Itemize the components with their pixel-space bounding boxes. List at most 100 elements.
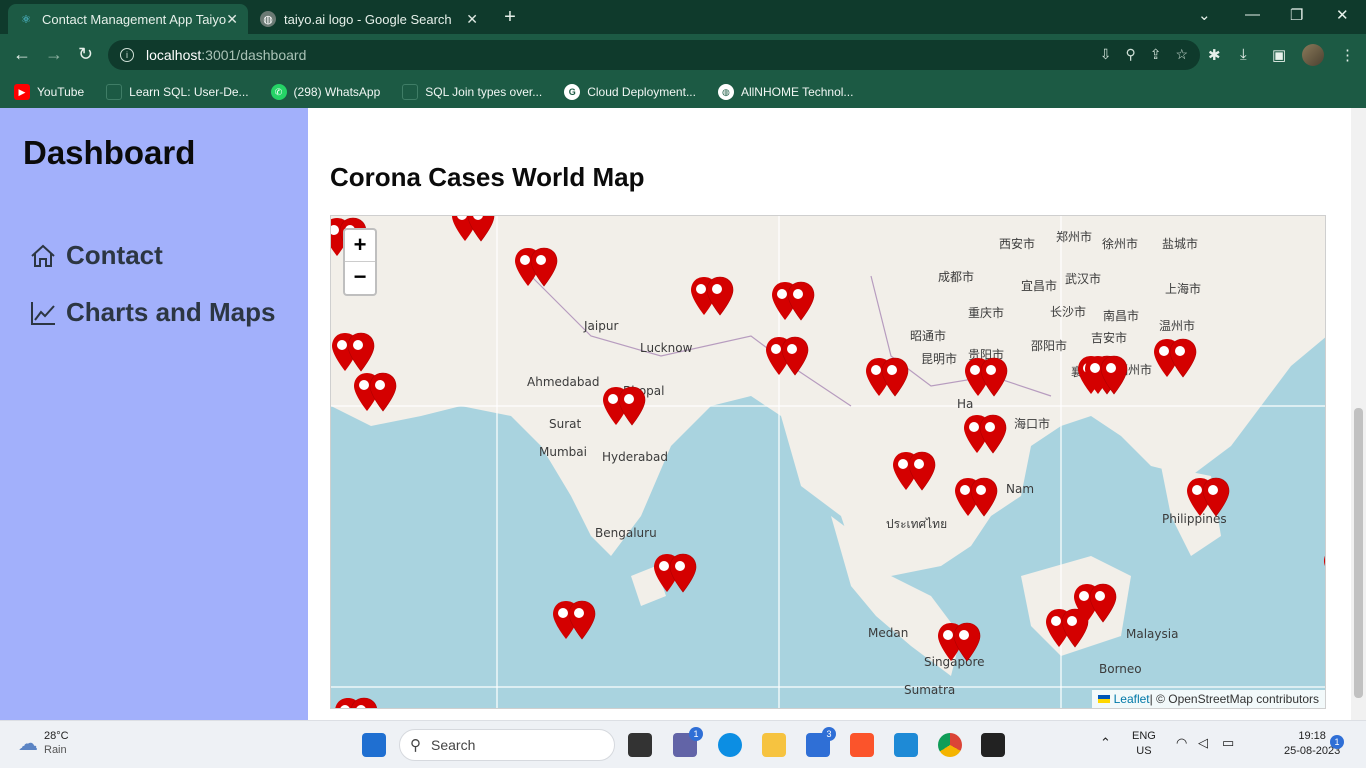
world-map[interactable]: Jaipur Lucknow Ahmedabad Bhopal Surat Mumbai H… xyxy=(330,215,1326,709)
case-marker-icon[interactable] xyxy=(451,216,497,249)
map-place-label: 徐州市 xyxy=(1102,237,1139,251)
teams-badge: 1 xyxy=(689,727,703,741)
case-marker-icon[interactable] xyxy=(771,280,817,328)
case-marker-icon[interactable] xyxy=(552,599,598,647)
leaflet-link[interactable]: Leaflet xyxy=(1114,692,1150,706)
whatsapp-icon: ✆ xyxy=(270,84,287,100)
case-marker-icon[interactable] xyxy=(1073,582,1119,630)
task-view-icon[interactable] xyxy=(628,733,652,757)
sidepanel-icon[interactable]: ▣ xyxy=(1272,46,1286,64)
teams-icon[interactable]: 1 xyxy=(673,727,703,757)
battery-icon[interactable]: ▭ xyxy=(1222,735,1234,750)
close-icon[interactable]: ✕ xyxy=(466,11,478,28)
case-marker-icon[interactable] xyxy=(334,696,380,708)
lang-code: ENG xyxy=(1132,730,1156,742)
terminal-icon[interactable] xyxy=(981,733,1005,757)
chrome-icon[interactable] xyxy=(938,733,962,757)
windows-start-icon[interactable] xyxy=(362,733,386,757)
case-marker-icon[interactable] xyxy=(353,371,399,419)
map-place-label: ประเทศไทย xyxy=(886,517,948,531)
sidebar-item-charts-maps[interactable]: Charts and Maps xyxy=(30,297,276,328)
map-place-label: Borneo xyxy=(1099,662,1142,676)
avatar[interactable] xyxy=(1302,44,1324,66)
close-window-button[interactable]: ✕ xyxy=(1336,6,1349,24)
case-marker-icon[interactable] xyxy=(963,413,1009,461)
map-place-label: 吉安市 xyxy=(1091,331,1128,345)
page-icon xyxy=(402,84,419,100)
case-marker-icon[interactable] xyxy=(1153,337,1199,385)
case-marker-icon[interactable] xyxy=(765,335,811,383)
tab-title: Contact Management App Taiyo xyxy=(42,11,227,27)
bookmark-cloud-deployment[interactable]: G Cloud Deployment... xyxy=(564,84,696,100)
install-icon[interactable]: ⇩ xyxy=(1100,46,1112,63)
case-marker-icon[interactable] xyxy=(514,246,560,294)
info-icon[interactable]: i xyxy=(120,48,134,62)
case-marker-icon[interactable] xyxy=(954,476,1000,524)
menu-icon[interactable]: ⋮ xyxy=(1340,46,1355,64)
volume-icon[interactable]: ◁ xyxy=(1198,735,1208,750)
zoom-icon[interactable]: ⚲ xyxy=(1125,46,1135,63)
map-place-label: 昆明市 xyxy=(921,352,958,366)
share-icon[interactable]: ⇪ xyxy=(1150,46,1162,63)
notification-badge[interactable]: 1 xyxy=(1330,735,1344,749)
zoom-out-button[interactable]: − xyxy=(345,262,375,294)
case-marker-icon[interactable] xyxy=(602,385,648,433)
search-icon: ⚲ xyxy=(410,737,421,754)
case-marker-icon[interactable] xyxy=(964,356,1010,404)
case-marker-icon[interactable] xyxy=(653,552,699,600)
main-content: Corona Cases World Map Jaipur Lucknow Ahme… xyxy=(308,108,1351,720)
map-place-label: Nam xyxy=(1006,482,1035,496)
restore-button[interactable]: ❐ xyxy=(1290,6,1303,24)
bookmarks-bar: ▶ YouTube Learn SQL: User-De... ✆ (298) … xyxy=(0,76,1366,108)
download-icon[interactable]: ⤓ xyxy=(1240,46,1247,63)
bookmark-youtube[interactable]: ▶ YouTube xyxy=(14,84,84,100)
bookmark-label: YouTube xyxy=(37,85,85,99)
osm-attribution: | © OpenStreetMap contributors xyxy=(1149,692,1319,706)
case-marker-icon[interactable] xyxy=(1186,476,1232,524)
file-explorer-icon[interactable] xyxy=(762,733,786,757)
chevron-down-icon[interactable]: ⌄ xyxy=(1198,6,1211,24)
edge-icon[interactable] xyxy=(718,733,742,757)
globe-icon: ◍ xyxy=(260,11,276,27)
case-marker-icon[interactable] xyxy=(690,275,736,323)
tab-google-search[interactable]: ◍ taiyo.ai logo - Google Search ✕ xyxy=(250,4,488,34)
language-indicator[interactable]: ENG US xyxy=(1132,729,1156,759)
address-bar[interactable]: i localhost:3001/dashboard ⇩ ⚲ ⇪ ☆ xyxy=(108,40,1200,70)
extensions-icon[interactable]: ✱ xyxy=(1208,46,1221,64)
sidebar-item-contact[interactable]: Contact xyxy=(30,240,163,271)
bookmark-star-icon[interactable]: ☆ xyxy=(1175,46,1188,63)
case-marker-icon[interactable] xyxy=(937,621,983,669)
vscode-icon[interactable] xyxy=(894,733,918,757)
reload-button[interactable]: ↻ xyxy=(78,44,93,65)
url-host: localhost xyxy=(146,47,202,63)
bookmark-whatsapp[interactable]: ✆ (298) WhatsApp xyxy=(270,84,380,100)
bookmark-allnhome[interactable]: ◍ AllNHOME Technol... xyxy=(717,84,853,100)
tab-contact-app[interactable]: ⚛ Contact Management App Taiyo ✕ xyxy=(8,4,248,34)
close-icon[interactable]: ✕ xyxy=(226,11,238,28)
bookmark-learn-sql[interactable]: Learn SQL: User-De... xyxy=(106,84,249,100)
zoom-control: + − xyxy=(343,228,377,296)
bookmark-sql-join[interactable]: SQL Join types over... xyxy=(402,84,542,100)
weather-widget[interactable]: ☁ 28°C Rain xyxy=(18,729,69,757)
ukraine-flag-icon xyxy=(1097,695,1110,703)
new-tab-button[interactable]: + xyxy=(499,6,521,28)
bookmark-label: Cloud Deployment... xyxy=(587,85,696,99)
minimize-button[interactable]: — xyxy=(1245,6,1260,23)
forward-button[interactable]: → xyxy=(45,44,63,65)
case-marker-icon[interactable] xyxy=(892,450,938,498)
mail-icon[interactable]: 3 xyxy=(806,727,836,757)
case-marker-icon[interactable] xyxy=(865,356,911,404)
weather-temp: 28°C xyxy=(44,730,69,742)
taskbar-search[interactable]: ⚲ Search xyxy=(399,729,615,761)
case-marker-icon[interactable] xyxy=(1084,354,1130,402)
map-place-label: 昭通市 xyxy=(910,329,947,343)
scrollbar-thumb[interactable] xyxy=(1354,408,1363,698)
zoom-in-button[interactable]: + xyxy=(345,230,375,262)
map-place-label: 成都市 xyxy=(938,270,975,284)
chevron-up-icon[interactable]: ⌃ xyxy=(1100,735,1111,750)
case-marker-icon[interactable] xyxy=(1323,546,1325,594)
wifi-icon[interactable]: ◠ xyxy=(1176,735,1187,750)
back-button[interactable]: ← xyxy=(13,44,31,65)
brave-icon[interactable] xyxy=(850,733,874,757)
page-scrollbar[interactable] xyxy=(1351,108,1366,720)
